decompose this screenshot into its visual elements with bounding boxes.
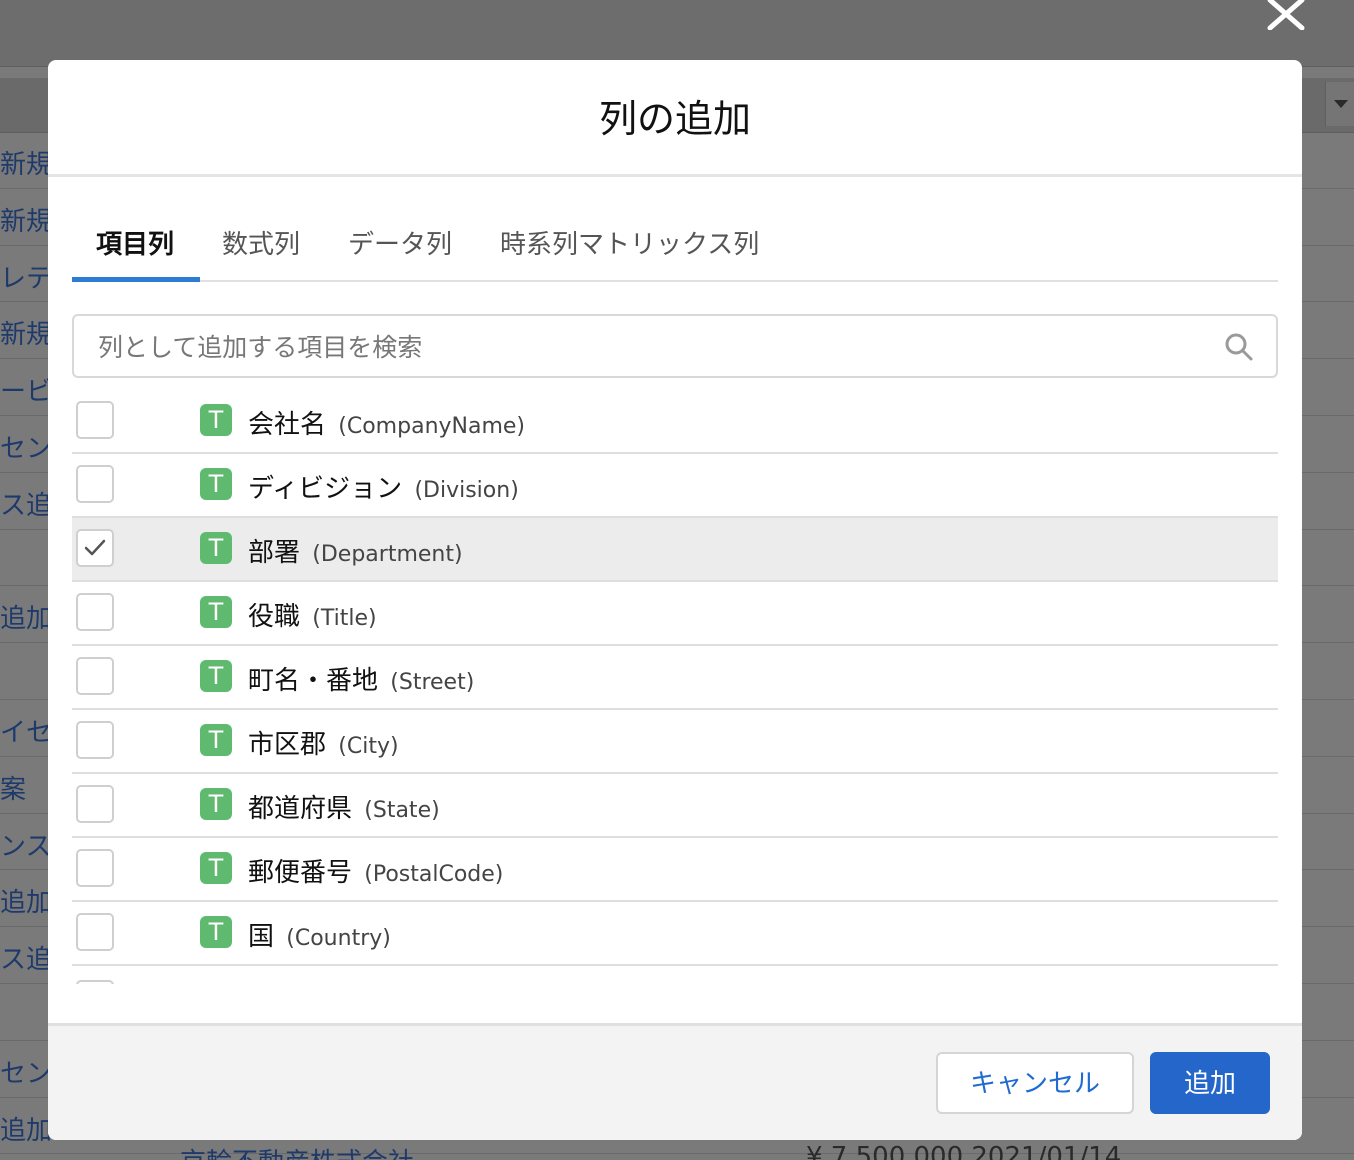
text-type-icon: T xyxy=(200,852,232,884)
item-checkbox[interactable] xyxy=(76,529,114,567)
background-row-text: 新規 xyxy=(0,150,53,180)
list-item[interactable]: T 役職 (Title) xyxy=(72,582,1278,646)
item-checkbox[interactable] xyxy=(76,913,114,951)
item-label: 会社名 (CompanyName) xyxy=(248,404,525,441)
item-name: 部署 xyxy=(248,538,301,568)
column-type-tabs: 項目列 数式列 データ列 時系列マトリックス列 xyxy=(71,210,1278,282)
tab-formula-columns[interactable]: 数式列 xyxy=(222,224,300,280)
item-api-name: (City) xyxy=(338,734,399,759)
item-api-name: (CompanyName) xyxy=(338,414,526,439)
item-api-name: (Division) xyxy=(414,478,519,503)
item-name: 市区郡 xyxy=(248,730,327,760)
text-type-icon: T xyxy=(200,660,232,692)
item-api-name: (Street) xyxy=(390,670,475,695)
search-box xyxy=(72,314,1278,378)
modal-footer: キャンセル 追加 xyxy=(48,1023,1302,1140)
search-icon[interactable] xyxy=(1224,332,1254,362)
item-label: 郵便番号 (PostalCode) xyxy=(248,852,503,889)
item-name: 郵便番号 xyxy=(248,858,353,888)
item-name: ディビジョン xyxy=(248,474,403,504)
text-type-icon: T xyxy=(200,724,232,756)
add-button[interactable]: 追加 xyxy=(1150,1052,1270,1114)
item-label: ディビジョン (Division) xyxy=(248,468,519,505)
item-checkbox[interactable] xyxy=(76,401,114,439)
text-type-icon: T xyxy=(200,532,232,564)
text-type-icon: T xyxy=(200,404,232,436)
text-type-icon: T xyxy=(200,788,232,820)
item-name: 国 xyxy=(248,922,275,952)
item-label: 市区郡 (City) xyxy=(248,724,399,761)
item-api-name: (Department) xyxy=(312,542,463,567)
list-item-partial[interactable] xyxy=(72,966,1278,984)
item-api-name: (State) xyxy=(364,798,440,823)
chevron-down-icon xyxy=(1334,100,1348,108)
background-dropdown xyxy=(1325,82,1354,126)
list-item[interactable]: T 国 (Country) xyxy=(72,902,1278,966)
background-row-text: 案 xyxy=(0,774,27,805)
add-column-modal: 列の追加 項目列 数式列 データ列 時系列マトリックス列 T 会社名 (Comp… xyxy=(48,60,1302,1140)
item-label: 役職 (Title) xyxy=(248,596,377,633)
tab-data-columns[interactable]: データ列 xyxy=(348,224,452,280)
item-label: 都道府県 (State) xyxy=(248,788,440,825)
modal-title: 列の追加 xyxy=(598,97,751,141)
item-label: 国 (Country) xyxy=(248,916,391,953)
list-item[interactable]: T ディビジョン (Division) xyxy=(72,454,1278,518)
text-type-icon: T xyxy=(200,916,232,948)
background-row-text: 追加 xyxy=(0,1115,53,1146)
item-name: 町名・番地 xyxy=(248,666,379,696)
cancel-button[interactable]: キャンセル xyxy=(936,1052,1134,1114)
list-item[interactable]: T 部署 (Department) xyxy=(72,518,1278,582)
background-amount-date: ¥ 7,500,000 2021/01/14 xyxy=(806,1142,1122,1160)
checkmark-icon xyxy=(84,539,106,556)
background-row-text: セン xyxy=(0,1058,53,1089)
background-topbar xyxy=(0,0,1354,67)
item-checkbox[interactable] xyxy=(76,849,114,887)
item-checkbox[interactable] xyxy=(76,980,114,984)
field-list: T 会社名 (CompanyName) T ディビジョン (Division) … xyxy=(72,390,1278,984)
list-item[interactable]: T 町名・番地 (Street) xyxy=(72,646,1278,710)
item-label: 部署 (Department) xyxy=(248,532,463,569)
search-input[interactable] xyxy=(96,316,1200,378)
item-name: 会社名 xyxy=(248,410,327,440)
background-row-text: 新規 xyxy=(0,206,53,237)
text-type-icon: T xyxy=(200,596,232,628)
item-api-name: (PostalCode) xyxy=(364,862,504,887)
item-checkbox[interactable] xyxy=(76,593,114,631)
background-row-text: ンス xyxy=(0,831,52,862)
tab-time-series-matrix-columns[interactable]: 時系列マトリックス列 xyxy=(500,224,759,280)
item-checkbox[interactable] xyxy=(76,465,114,503)
tab-field-columns[interactable]: 項目列 xyxy=(71,224,201,282)
item-name: 都道府県 xyxy=(248,794,353,824)
item-checkbox[interactable] xyxy=(76,657,114,695)
item-api-name: (Title) xyxy=(312,606,377,631)
modal-header: 列の追加 xyxy=(48,60,1302,177)
list-item[interactable]: T 市区郡 (City) xyxy=(72,710,1278,774)
background-account-name: 京輪不動産株式会社 xyxy=(180,1142,414,1160)
item-name: 役職 xyxy=(248,602,301,632)
text-type-icon: T xyxy=(200,468,232,500)
item-label: 町名・番地 (Street) xyxy=(248,660,474,697)
background-row-text: イセ xyxy=(0,717,53,748)
list-item[interactable]: T 都道府県 (State) xyxy=(72,774,1278,838)
item-checkbox[interactable] xyxy=(76,785,114,823)
list-item[interactable]: T 会社名 (CompanyName) xyxy=(72,390,1278,454)
background-row-text: 追加 xyxy=(0,604,53,635)
list-item[interactable]: T 郵便番号 (PostalCode) xyxy=(72,838,1278,902)
item-api-name: (Country) xyxy=(286,926,391,951)
close-icon[interactable] xyxy=(1266,0,1306,31)
item-checkbox[interactable] xyxy=(76,721,114,759)
